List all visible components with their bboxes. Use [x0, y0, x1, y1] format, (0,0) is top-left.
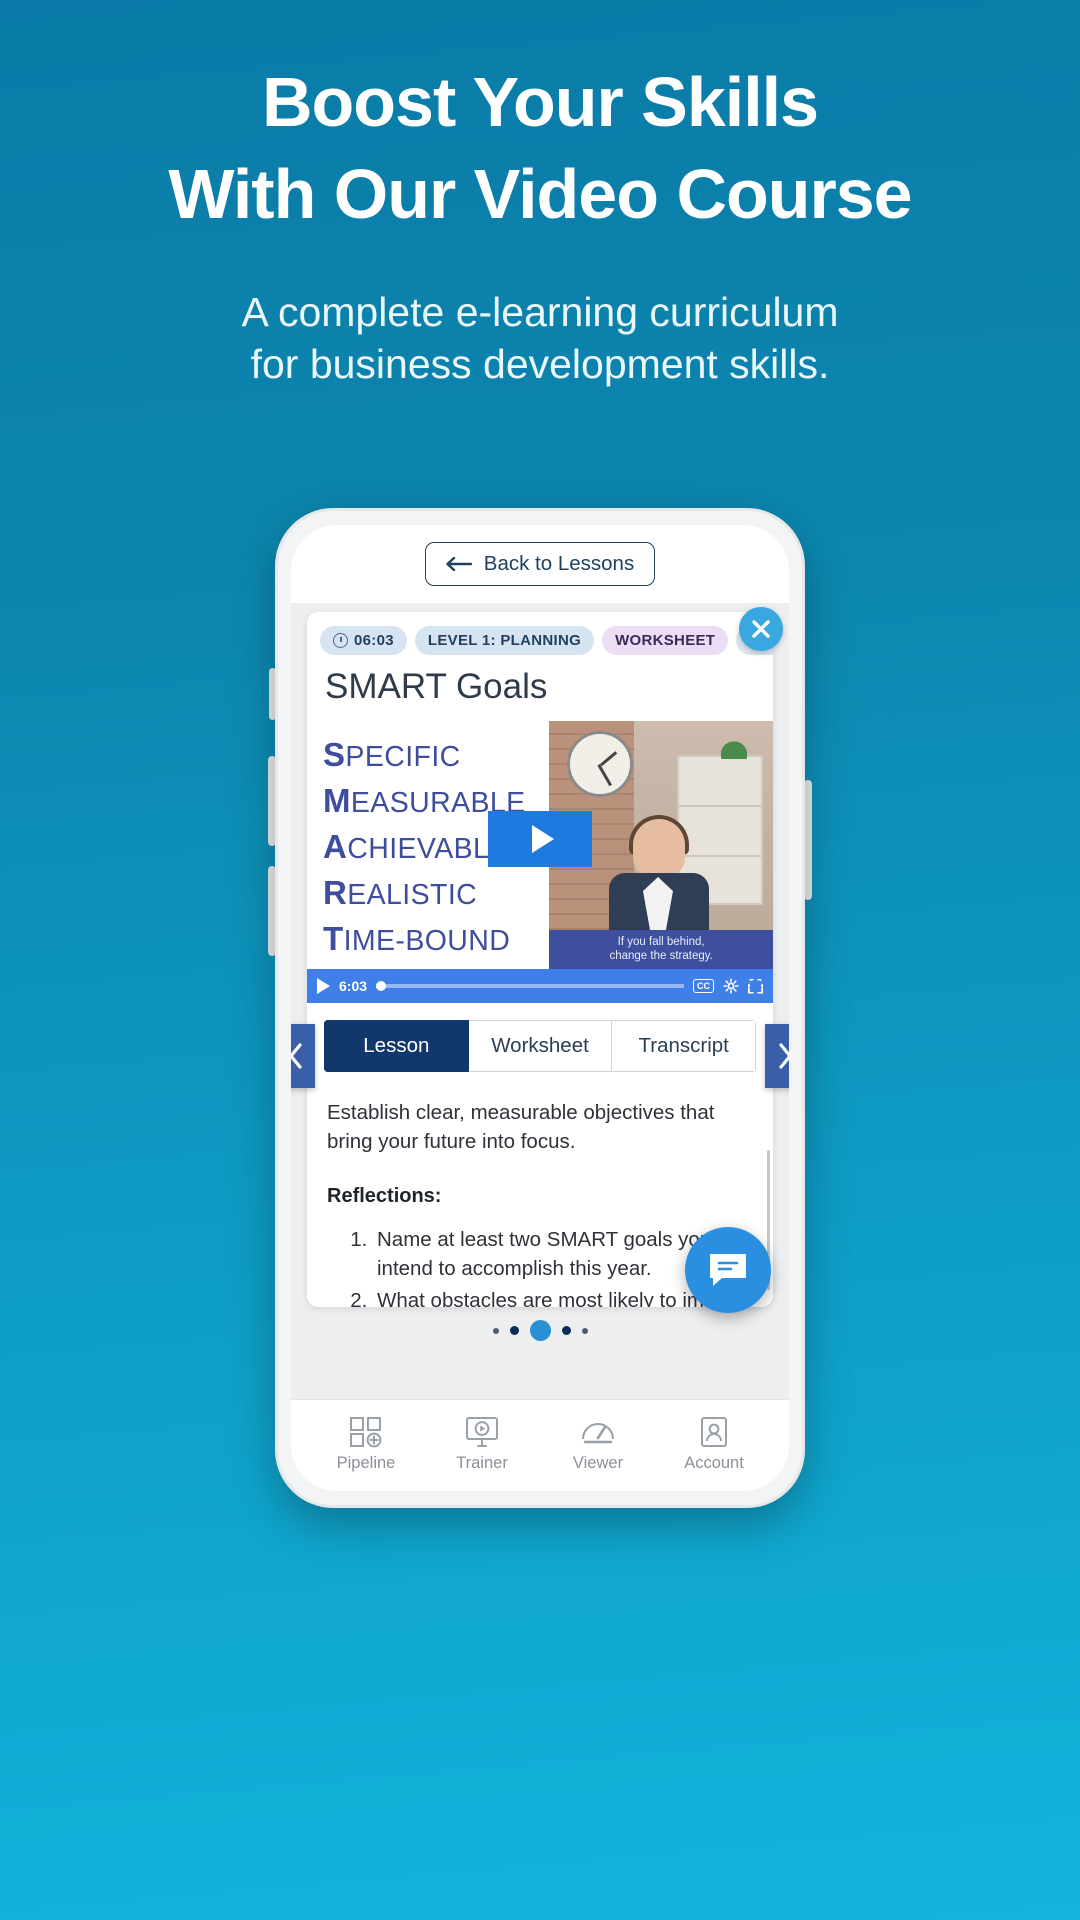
gauge-icon — [582, 1422, 614, 1443]
page-title: Boost Your Skills With Our Video Course — [0, 56, 1080, 240]
badge-worksheet: WORKSHEET — [602, 626, 729, 655]
smart-line: REALISTIC — [323, 871, 549, 917]
smart-initial: S — [323, 736, 346, 773]
nav-item-trainer[interactable]: Trainer — [441, 1415, 523, 1473]
smart-rest: IME-BOUND — [343, 925, 511, 957]
badge-duration-label: 06:03 — [354, 632, 394, 649]
pagination-dot[interactable] — [561, 1326, 571, 1335]
tab-worksheet[interactable]: Worksheet — [468, 1020, 613, 1072]
pagination-dot[interactable] — [492, 1327, 499, 1334]
badge-duration: 06:03 — [320, 626, 407, 655]
previous-lesson-button[interactable] — [291, 1024, 315, 1088]
subtitle-line-1: A complete e-learning curriculum — [241, 289, 839, 335]
badge-level: LEVEL 1: PLANNING — [414, 626, 595, 655]
back-button-label: Back to Lessons — [483, 552, 635, 575]
play-button[interactable] — [488, 811, 592, 868]
video-player[interactable]: SPECIFIC MEASURABLE ACHIEVABLE REALISTIC… — [307, 721, 773, 1003]
chevron-left-icon — [291, 1043, 302, 1069]
account-badge-icon — [701, 1416, 727, 1447]
smart-initial: T — [323, 920, 344, 957]
reflections-heading: Reflections: — [327, 1185, 442, 1207]
smart-line: TIME-BOUND — [323, 917, 549, 963]
lesson-title: SMART Goals — [325, 667, 548, 706]
close-button[interactable] — [739, 607, 783, 651]
hero-section: Boost Your Skills With Our Video Course … — [0, 0, 1080, 390]
play-icon[interactable] — [317, 978, 330, 994]
nav-label: Viewer — [572, 1453, 624, 1472]
close-icon — [752, 620, 770, 638]
chat-button[interactable] — [685, 1227, 771, 1313]
phone-screen: Back to Lessons 06:03 LEVEL 1: PLANNING … — [291, 525, 789, 1491]
smart-initial: A — [323, 828, 348, 865]
monitor-play-icon — [466, 1416, 498, 1447]
lesson-scroll-area[interactable]: 06:03 LEVEL 1: PLANNING WORKSHEET WATCHE… — [291, 603, 789, 1399]
clock-icon — [333, 633, 348, 648]
nav-item-viewer[interactable]: Viewer — [557, 1415, 639, 1473]
fullscreen-icon[interactable] — [748, 978, 763, 994]
lesson-badge-row: 06:03 LEVEL 1: PLANNING WORKSHEET WATCHE… — [307, 612, 773, 663]
arrow-left-icon — [446, 557, 472, 571]
bottom-navigation-bar: Pipeline Trainer Viewer Account — [291, 1399, 789, 1491]
smart-line: SPECIFIC — [323, 733, 549, 779]
nav-item-account[interactable]: Account — [673, 1415, 755, 1473]
back-to-lessons-button[interactable]: Back to Lessons — [424, 542, 656, 586]
smart-initial: R — [323, 874, 348, 911]
smart-rest: CHIEVABLE — [347, 833, 509, 865]
video-progress-slider[interactable] — [376, 981, 684, 991]
pagination-dot[interactable] — [581, 1327, 588, 1334]
chevron-right-icon — [778, 1043, 789, 1069]
smart-rest: PECIFIC — [345, 741, 461, 773]
tab-lesson[interactable]: Lesson — [324, 1020, 469, 1072]
nav-item-pipeline[interactable]: Pipeline — [325, 1415, 407, 1473]
hero-subtitle: A complete e-learning curriculum for bus… — [0, 286, 1080, 390]
phone-body: Back to Lessons 06:03 LEVEL 1: PLANNING … — [275, 508, 805, 1508]
next-lesson-button[interactable] — [765, 1024, 789, 1088]
caption-line-1: If you fall behind, — [617, 936, 705, 948]
phone-mockup: Back to Lessons 06:03 LEVEL 1: PLANNING … — [268, 508, 812, 1508]
phone-power-button — [804, 780, 812, 900]
tab-transcript[interactable]: Transcript — [612, 1020, 756, 1072]
wall-clock-icon — [567, 731, 634, 797]
pagination-dot-active[interactable] — [529, 1320, 551, 1341]
grid-plus-icon — [350, 1416, 382, 1447]
nav-label: Trainer — [456, 1453, 508, 1472]
gear-icon[interactable] — [723, 978, 739, 994]
nav-label: Pipeline — [336, 1453, 396, 1472]
app-top-bar: Back to Lessons — [291, 525, 789, 603]
chat-bubble-icon — [710, 1254, 746, 1286]
headline-line-1: Boost Your Skills — [261, 63, 819, 141]
smart-rest: EALISTIC — [347, 879, 478, 911]
headline-line-2: With Our Video Course — [168, 155, 912, 233]
closed-captions-icon[interactable]: CC — [693, 979, 714, 993]
plant-decor — [721, 737, 747, 759]
video-controls-bar[interactable]: 6:03 CC — [307, 969, 773, 1003]
carousel-pagination — [291, 1320, 789, 1341]
smart-initial: M — [323, 782, 351, 819]
video-current-time: 6:03 — [339, 978, 368, 994]
nav-label: Account — [684, 1453, 744, 1472]
subtitle-line-2: for business development skills. — [250, 341, 830, 387]
pagination-dot[interactable] — [509, 1326, 519, 1335]
caption-line-2: change the strategy. — [609, 950, 713, 962]
lesson-intro-text: Establish clear, measurable objectives t… — [327, 1101, 715, 1153]
lesson-card: 06:03 LEVEL 1: PLANNING WORKSHEET WATCHE… — [307, 612, 773, 1307]
lesson-tabs: Lesson Worksheet Transcript — [324, 1020, 756, 1072]
video-caption: If you fall behind, change the strategy. — [549, 930, 773, 969]
